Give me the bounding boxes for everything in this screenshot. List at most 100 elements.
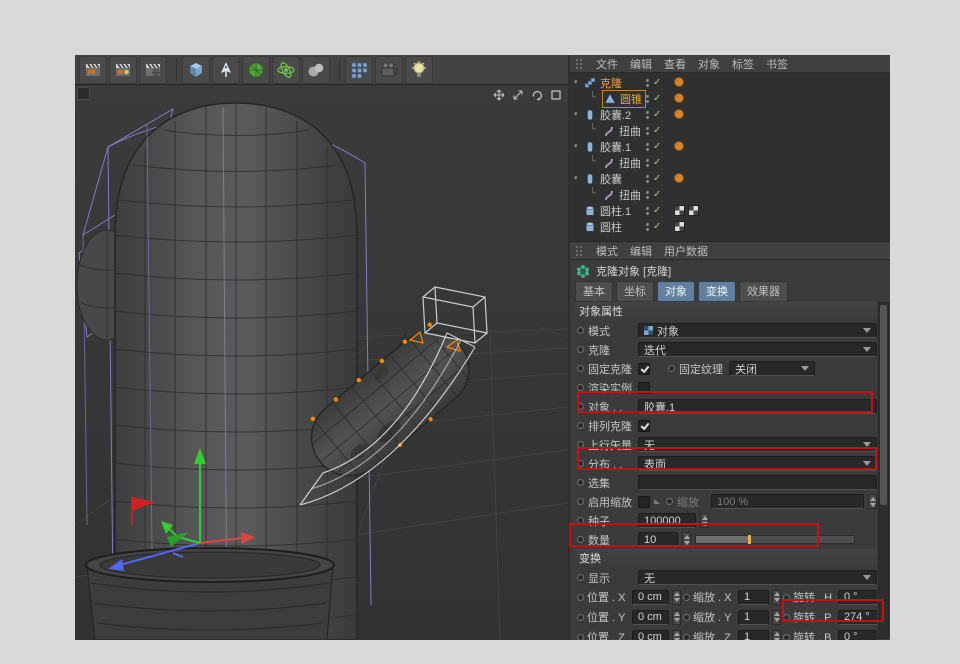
menu-edit[interactable]: 编辑	[630, 243, 652, 259]
menu-user-data[interactable]: 用户数据	[664, 243, 708, 259]
anim-dot-icon[interactable]	[683, 614, 690, 621]
light-icon[interactable]	[405, 56, 433, 84]
scale-field[interactable]: 100 %	[711, 494, 864, 509]
tree-row[interactable]: ▾ 胶囊 ✓	[570, 171, 890, 187]
drag-grip-icon[interactable]	[576, 246, 582, 256]
anim-dot-icon[interactable]	[577, 594, 584, 601]
camera-icon[interactable]	[375, 56, 403, 84]
enabled-check-icon[interactable]: ✓	[653, 188, 661, 201]
clones-dropdown[interactable]: 迭代	[638, 342, 877, 357]
object-name[interactable]: 胶囊	[600, 171, 622, 187]
viewport-menu-icon[interactable]	[77, 87, 90, 100]
mode-dropdown[interactable]: 对象	[638, 323, 877, 338]
anim-dot-icon[interactable]	[577, 346, 584, 353]
anim-dot-icon[interactable]	[577, 634, 584, 641]
object-name[interactable]: 扭曲	[619, 123, 641, 139]
scrollbar-thumb[interactable]	[880, 305, 887, 505]
array-icon[interactable]	[345, 56, 373, 84]
maximize-icon[interactable]	[549, 88, 562, 101]
stepper-control[interactable]	[682, 532, 691, 547]
render-view-icon[interactable]	[79, 56, 107, 84]
tree-row[interactable]: └ 扭曲 ✓	[570, 123, 890, 139]
enabled-check-icon[interactable]: ✓	[653, 140, 661, 153]
visibility-toggles[interactable]: ✓	[646, 188, 661, 201]
render-picture-icon[interactable]	[109, 56, 137, 84]
menu-bookmarks[interactable]: 书签	[766, 56, 788, 72]
menu-mode[interactable]: 模式	[596, 243, 618, 259]
rotate-icon[interactable]	[530, 88, 543, 101]
enabled-check-icon[interactable]: ✓	[653, 156, 661, 169]
menu-tags[interactable]: 标签	[732, 56, 754, 72]
visibility-toggles[interactable]: ✓	[646, 220, 661, 233]
visibility-toggles[interactable]: ✓	[646, 76, 661, 89]
anim-dot-icon[interactable]	[666, 498, 673, 505]
pan-icon[interactable]	[492, 88, 505, 101]
menu-file[interactable]: 文件	[596, 56, 618, 72]
visibility-toggles[interactable]: ✓	[646, 140, 661, 153]
tree-row[interactable]: 圆柱.1 ✓	[570, 203, 890, 219]
viewport-canvas[interactable]	[75, 85, 568, 640]
visibility-toggles[interactable]: ✓	[646, 204, 661, 217]
zoom-icon[interactable]	[511, 88, 524, 101]
object-name[interactable]: 胶囊.1	[600, 139, 631, 155]
render-settings-icon[interactable]	[139, 56, 167, 84]
stepper-control[interactable]	[672, 630, 681, 641]
viewport-3d[interactable]	[75, 85, 568, 640]
object-name[interactable]: 扭曲	[619, 155, 641, 171]
stepper-control[interactable]	[672, 610, 681, 625]
tree-row[interactable]: └ 圆锥 ✓	[570, 91, 890, 107]
an im-dot-icon[interactable]	[577, 536, 584, 543]
attribute-scrollbar[interactable]	[878, 302, 889, 639]
visibility-toggles[interactable]: ✓	[646, 172, 661, 185]
stepper-control[interactable]	[772, 630, 781, 641]
align-clone-checkbox[interactable]	[638, 420, 650, 432]
anim-dot-icon[interactable]	[577, 574, 584, 581]
anim-dot-icon[interactable]	[577, 384, 584, 391]
anim-dot-icon[interactable]	[577, 498, 584, 505]
tab-effectors[interactable]: 效果器	[739, 281, 788, 302]
display-dropdown[interactable]: 无	[638, 570, 877, 585]
expand-icon[interactable]: ▾	[574, 174, 578, 182]
position-x-field[interactable]: 0 cm	[632, 590, 669, 605]
rotation-h-field[interactable]: 0 °	[838, 590, 877, 605]
position-z-field[interactable]: 0 cm	[632, 630, 669, 641]
visibility-toggles[interactable]: ✓	[646, 156, 661, 169]
tree-row[interactable]: └ 扭曲 ✓	[570, 187, 890, 203]
anim-dot-icon[interactable]	[783, 634, 790, 641]
anim-dot-icon[interactable]	[683, 594, 690, 601]
cube-icon[interactable]	[182, 56, 210, 84]
anim-dot-icon[interactable]	[577, 614, 584, 621]
menu-edit[interactable]: 编辑	[630, 56, 652, 72]
anim-dot-icon[interactable]	[577, 365, 584, 372]
phong-tag-icon[interactable]	[674, 173, 684, 183]
tab-object[interactable]: 对象	[657, 281, 695, 302]
object-name[interactable]: 胶囊.2	[600, 107, 631, 123]
anim-dot-icon[interactable]	[783, 614, 790, 621]
texture-tag-icon[interactable]	[688, 205, 699, 216]
fix-texture-dropdown[interactable]: 关闭	[729, 361, 815, 376]
stepper-control[interactable]	[772, 610, 781, 625]
enabled-check-icon[interactable]: ✓	[653, 220, 661, 233]
simulation-icon[interactable]	[272, 56, 300, 84]
menu-object[interactable]: 对象	[698, 56, 720, 72]
tree-row[interactable]: └ 扭曲 ✓	[570, 155, 890, 171]
texture-tag-icon[interactable]	[674, 205, 685, 216]
expand-icon[interactable]: ▾	[574, 142, 578, 150]
anim-dot-icon[interactable]	[577, 422, 584, 429]
anim-dot-icon[interactable]	[577, 517, 584, 524]
enabled-check-icon[interactable]: ✓	[653, 172, 661, 185]
stepper-control[interactable]	[868, 494, 877, 509]
scale-z-field[interactable]: 1	[738, 630, 769, 641]
tab-transform[interactable]: 变换	[698, 281, 736, 302]
enable-scale-checkbox[interactable]	[638, 496, 650, 508]
rotation-b-field[interactable]: 0 °	[838, 630, 877, 641]
tree-row[interactable]: ▾ 克隆 ✓	[570, 75, 890, 91]
anim-dot-icon[interactable]	[683, 634, 690, 641]
anim-dot-icon[interactable]	[577, 403, 584, 410]
enabled-check-icon[interactable]: ✓	[653, 92, 661, 105]
enabled-check-icon[interactable]: ✓	[653, 124, 661, 137]
object-name[interactable]: 圆锥	[620, 91, 642, 107]
count-slider[interactable]	[695, 535, 855, 544]
up-vector-dropdown[interactable]: 无	[638, 437, 877, 452]
stepper-control[interactable]	[772, 590, 781, 605]
